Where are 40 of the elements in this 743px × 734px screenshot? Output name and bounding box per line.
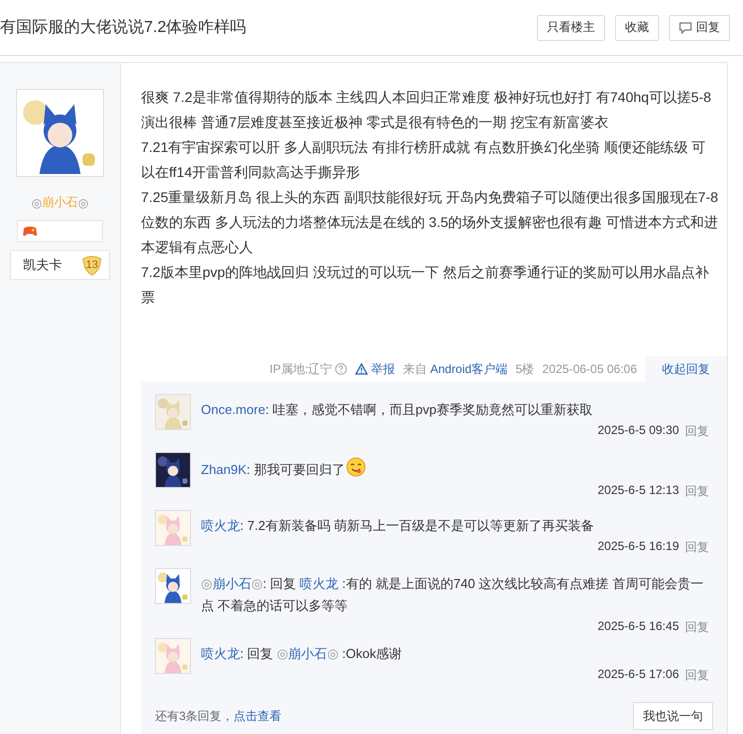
header-button[interactable]: 只看楼主: [537, 14, 605, 40]
thread-title: 有国际服的大佬说说7.2体验咋样吗: [0, 18, 246, 38]
comment-text: 喷火龙: 7.2有新装备吗 萌新马上一百级是不是可以等更新了再买装备: [201, 517, 595, 535]
post-paragraph: 7.2版本里pvp的阵地战回归 没玩过的可以玩一下 然后之前赛季通行证的奖励可以用水晶点补票: [141, 263, 710, 307]
gamepad-icon: [22, 225, 38, 237]
level-badge: 13: [81, 254, 103, 276]
reply-link[interactable]: 回复: [685, 539, 709, 556]
source-label: 来自: [403, 360, 428, 378]
comment-time: 2025-6-5 16:45: [598, 619, 679, 635]
report-link[interactable]: 举报: [371, 360, 396, 378]
comment-time: 2025-6-5 09:30: [598, 423, 679, 439]
warning-icon: [355, 363, 368, 375]
reply-link[interactable]: 回复: [685, 483, 709, 500]
post-paragraph: 7.21有宇宙探索可以肝 多人副职玩法 有排行榜肝成就 有点数肝换幻化坐骑 顺便还能练级 可以在ff14开雷普利同款高达手撕异形: [141, 138, 707, 182]
member-badge[interactable]: 凯夫卡 13: [10, 250, 110, 280]
post-paragraph: 7.25重量级新月岛 很上头的东西 副职技能很好玩 开岛内免费箱子可以随便出很多国服现在7-8位数的东西 多人玩法的力塔整体玩法是在线的 3.5的场外支援解密也很有趣 可惜进本方式和进本逻辑有点恶心人: [141, 188, 719, 257]
comment-icon: [679, 22, 692, 34]
ip-location: IP属地:辽宁: [270, 360, 332, 378]
post-time: 2025-06-05 06:06: [542, 362, 637, 376]
comment-text: Zhan9K: 那我可要回归了: [201, 452, 709, 481]
reply-button[interactable]: 回复: [669, 14, 730, 40]
view-more-link[interactable]: 点击查看: [234, 708, 282, 722]
post-paragraph: 很爽 7.2是非常值得期待的版本 主线四人本回归正常难度 极神好玩也好打 有740hq可以搓5-8演出很棒 普通7层难度甚至接近极神 零式是很有特色的一期 挖宝有新富婆衣: [141, 88, 712, 132]
comment-time: 2025-6-5 16:19: [598, 539, 679, 555]
comment-time: 2025-6-5 12:13: [598, 483, 679, 499]
say-something-button[interactable]: 我也说一句: [633, 702, 713, 730]
reply-link[interactable]: 回复: [685, 619, 709, 636]
emoji-icon: [346, 457, 366, 477]
comment-time: 2025-6-5 17:06: [598, 667, 679, 683]
comment-text: Once.more: 哇塞，感觉不错啊，而且pvp赛季奖励竟然可以重新获取: [201, 401, 594, 419]
reply-link[interactable]: 回复: [685, 667, 709, 684]
client-link[interactable]: Android客户端: [430, 360, 508, 378]
comment-text: 喷火龙: 回复 ◎崩小石◎ :Okok感谢: [201, 645, 404, 663]
floor-number: 5楼: [516, 360, 534, 378]
more-replies-text: 还有3条回复，点击查看: [155, 708, 282, 724]
collapse-replies-button[interactable]: 收起回复: [645, 356, 727, 382]
reply-link[interactable]: 回复: [685, 423, 709, 440]
help-icon[interactable]: [335, 363, 348, 375]
comment-text: ◎崩小石◎: 回复 喷火龙 :有的 就是上面说的740 这次线比较高有点难搓 首周可能会贵一点 不着急的话可以多等等: [201, 575, 704, 615]
header-button[interactable]: 收藏: [615, 14, 659, 40]
